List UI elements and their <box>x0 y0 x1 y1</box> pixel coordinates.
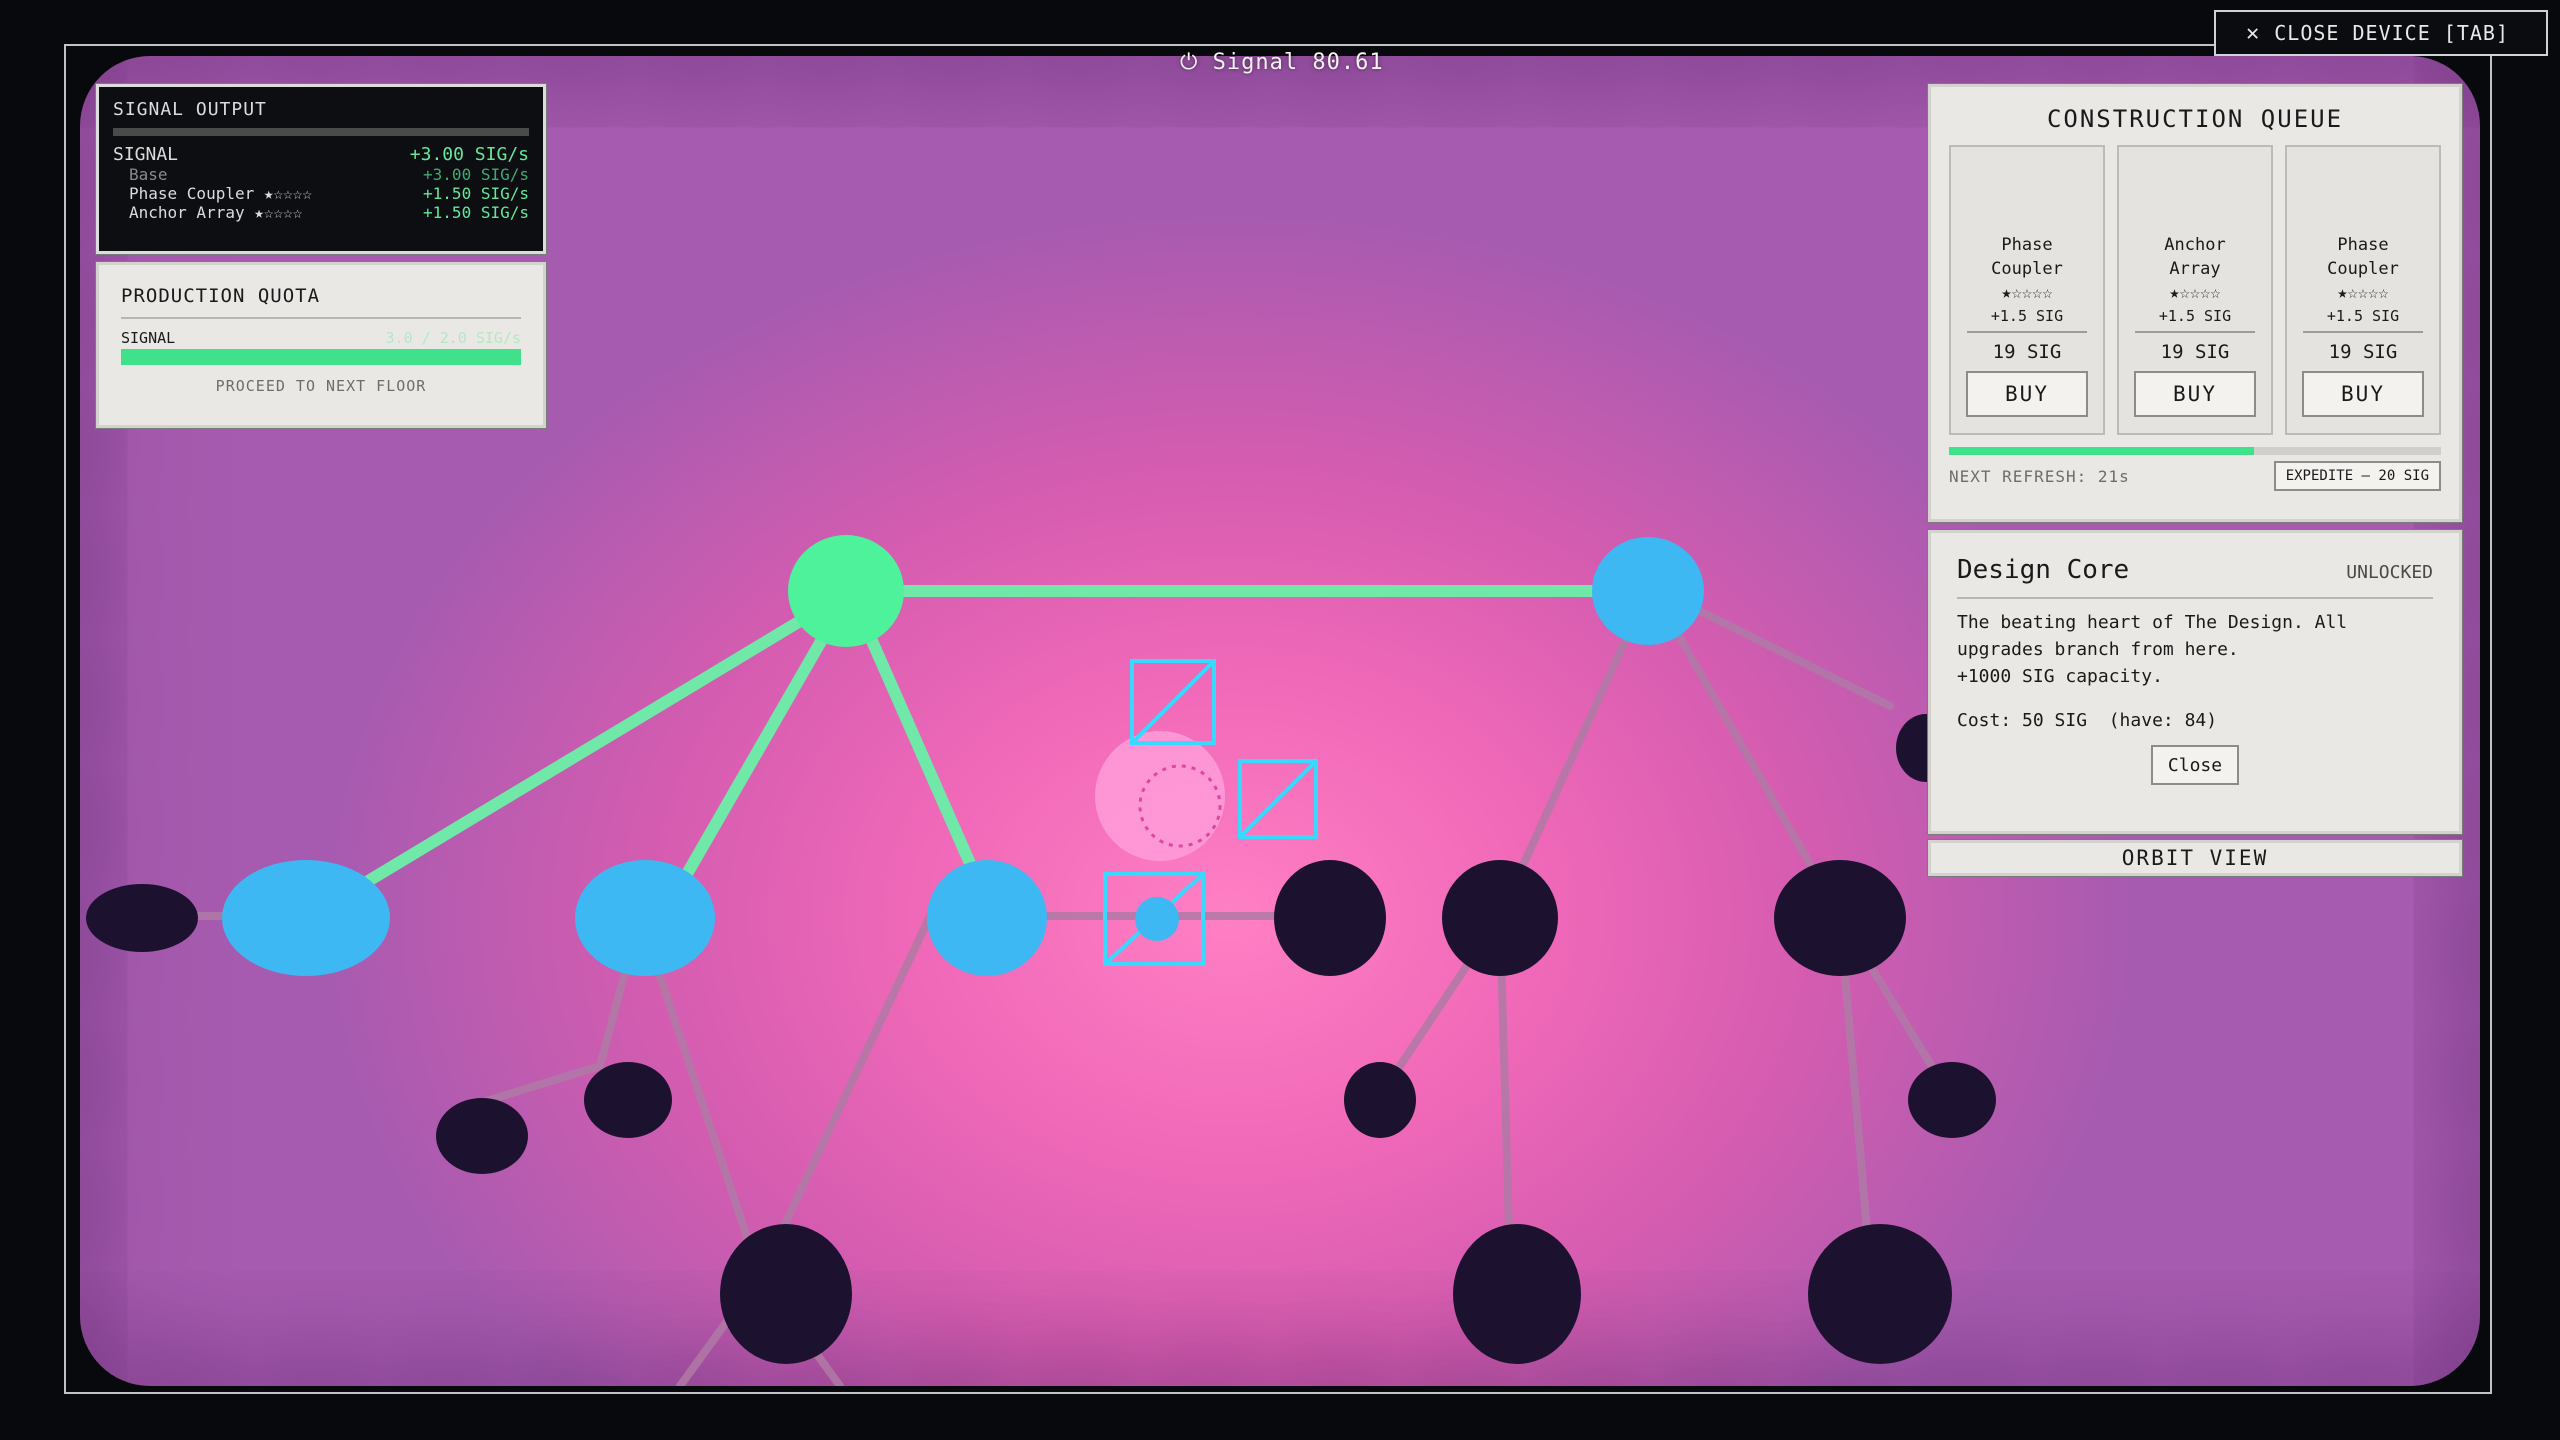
card-stars: ★☆☆☆☆ <box>2337 283 2389 303</box>
core-desc-line: The beating heart of The Design. All <box>1957 612 2348 633</box>
queue-card-phase-coupler: Phase Coupler ★☆☆☆☆ +1.5 SIG 19 SIG BUY <box>1949 145 2105 435</box>
core-desc-line: upgrades branch from here. <box>1957 639 2239 660</box>
refresh-progress-bar <box>1949 447 2441 455</box>
quota-progress-bar <box>121 349 521 365</box>
signal-output-panel: SIGNAL OUTPUT SIGNAL +3.00 SIG/s Base +3… <box>96 84 546 254</box>
buy-button[interactable]: BUY <box>2134 371 2256 417</box>
proceed-next-floor[interactable]: PROCEED TO NEXT FLOOR <box>121 377 521 395</box>
card-name: Phase Coupler <box>1991 235 2063 279</box>
core-cost: Cost: 50 SIG (have: 84) <box>1957 710 2218 731</box>
signal-row-value: +3.00 SIG/s <box>423 165 529 184</box>
expedite-button[interactable]: EXPEDITE — 20 SIG <box>2273 461 2441 491</box>
node-active <box>788 535 904 647</box>
refresh-progress-fill <box>1949 447 2255 455</box>
signal-main-label: SIGNAL <box>113 144 179 165</box>
buy-button[interactable]: BUY <box>1966 371 2088 417</box>
signal-row-label: Anchor Array ★☆☆☆☆ <box>129 203 303 222</box>
quota-progress-fill <box>121 349 521 365</box>
core-title: Design Core <box>1957 555 2130 585</box>
stars: ★☆☆☆☆ <box>263 184 313 203</box>
signal-row-label: Phase Coupler ★☆☆☆☆ <box>129 184 313 203</box>
quota-title: PRODUCTION QUOTA <box>121 285 521 319</box>
signal-row-value: +1.50 SIG/s <box>423 203 529 222</box>
locked-nodes <box>86 714 1996 1364</box>
card-cost: 19 SIG <box>2160 341 2230 363</box>
card-rate: +1.5 SIG <box>1967 307 2087 333</box>
quota-label: SIGNAL <box>121 329 176 347</box>
production-quota-panel: PRODUCTION QUOTA SIGNAL 3.0 / 2.0 SIG/s … <box>96 262 546 428</box>
close-device-button[interactable]: ✕ CLOSE DEVICE [TAB] <box>2214 10 2548 56</box>
orbit-view-button[interactable]: ORBIT VIEW <box>1928 840 2462 876</box>
card-rate: +1.5 SIG <box>2135 307 2255 333</box>
construction-queue-panel: CONSTRUCTION QUEUE Phase Coupler ★☆☆☆☆ +… <box>1928 84 2462 522</box>
card-name: Phase Coupler <box>2327 235 2399 279</box>
card-rate: +1.5 SIG <box>2303 307 2423 333</box>
queue-card-anchor-array: Anchor Array ★☆☆☆☆ +1.5 SIG 19 SIG BUY <box>2117 145 2273 435</box>
signal-output-title: SIGNAL OUTPUT <box>113 99 267 120</box>
close-device-label: CLOSE DEVICE [TAB] <box>2274 21 2509 45</box>
card-name: Anchor Array <box>2164 235 2226 279</box>
design-core-panel: Design Core UNLOCKED The beating heart o… <box>1928 530 2462 834</box>
card-cost: 19 SIG <box>1992 341 2062 363</box>
quota-value: 3.0 / 2.0 SIG/s <box>385 329 521 347</box>
power-icon: ⏻ <box>1180 50 1199 75</box>
signal-row-anchor-array: Anchor Array ★☆☆☆☆ +1.50 SIG/s <box>113 203 529 222</box>
signal-row-label: Base <box>129 165 168 184</box>
core-node <box>1135 897 1179 941</box>
queue-card-phase-coupler-2: Phase Coupler ★☆☆☆☆ +1.5 SIG 19 SIG BUY <box>2285 145 2441 435</box>
card-stars: ★☆☆☆☆ <box>2169 283 2221 303</box>
queue-title: CONSTRUCTION QUEUE <box>2046 105 2344 133</box>
signal-row-phase-coupler: Phase Coupler ★☆☆☆☆ +1.50 SIG/s <box>113 184 529 203</box>
card-cost: 19 SIG <box>2328 341 2398 363</box>
core-desc-line: +1000 SIG capacity. <box>1957 666 2163 687</box>
signal-row-value: +1.50 SIG/s <box>423 184 529 203</box>
card-stars: ★☆☆☆☆ <box>2001 283 2053 303</box>
core-description: The beating heart of The Design. All upg… <box>1957 609 2433 690</box>
signal-main-row: SIGNAL +3.00 SIG/s <box>113 144 529 165</box>
signal-readout-text: Signal 80.61 <box>1212 50 1384 75</box>
locked-edges <box>116 582 1954 1386</box>
signal-main-value: +3.00 SIG/s <box>409 144 529 165</box>
quota-row: SIGNAL 3.0 / 2.0 SIG/s <box>121 329 521 347</box>
signal-row-base: Base +3.00 SIG/s <box>113 165 529 184</box>
signal-readout: ⏻ Signal 80.61 <box>1180 50 1384 75</box>
core-header: Design Core UNLOCKED <box>1957 555 2433 599</box>
signal-output-divider <box>113 128 529 136</box>
queue-cards: Phase Coupler ★☆☆☆☆ +1.5 SIG 19 SIG BUY … <box>1949 145 2441 435</box>
buy-button[interactable]: BUY <box>2302 371 2424 417</box>
core-close-button[interactable]: Close <box>2151 745 2239 785</box>
next-refresh-label: NEXT REFRESH: 21s <box>1949 466 2130 486</box>
core-status: UNLOCKED <box>2346 562 2433 583</box>
active-edges <box>354 585 1656 892</box>
close-icon: ✕ <box>2246 20 2261 46</box>
refresh-row: NEXT REFRESH: 21s EXPEDITE — 20 SIG <box>1949 461 2441 491</box>
stars: ★☆☆☆☆ <box>254 203 303 222</box>
